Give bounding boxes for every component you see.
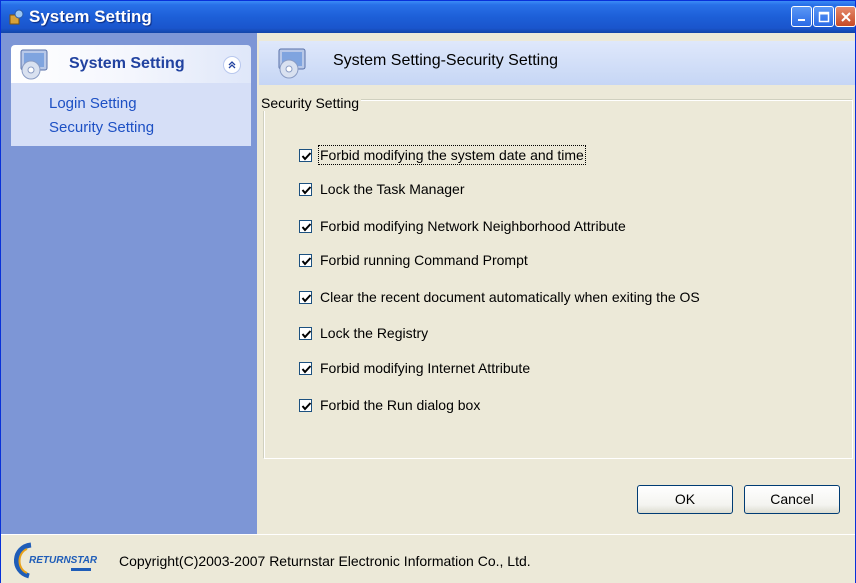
sidebar-group-title: System Setting: [69, 55, 185, 72]
sidebar-group-header[interactable]: System Setting: [11, 45, 251, 83]
checkbox[interactable]: [299, 253, 312, 267]
app-icon: [9, 9, 24, 25]
section-label: Security Setting: [259, 95, 362, 111]
option-clear-recent-documents[interactable]: Clear the recent document automatically …: [299, 287, 700, 307]
checkmark-icon: [301, 364, 312, 374]
content-area: Security Setting Forbid modifying the sy…: [259, 85, 855, 534]
option-label: Forbid modifying Internet Attribute: [320, 360, 531, 376]
ok-button[interactable]: OK: [637, 485, 733, 514]
checkmark-icon: [301, 293, 312, 303]
monitor-icon: [278, 48, 306, 79]
minimize-button[interactable]: [791, 6, 812, 27]
checkbox[interactable]: [299, 398, 312, 412]
sidebar-group-body: Login Setting Security Setting: [11, 83, 251, 146]
monitor-icon: [20, 49, 48, 80]
copyright-text: Copyright(C)2003-2007 Returnstar Electro…: [119, 553, 531, 569]
option-label: Forbid modifying the system date and tim…: [318, 145, 586, 165]
checkbox[interactable]: [299, 148, 312, 162]
close-button[interactable]: [835, 6, 856, 27]
cancel-button[interactable]: Cancel: [744, 485, 840, 514]
collapse-button[interactable]: [223, 56, 241, 74]
sidebar-item-login-setting[interactable]: Login Setting: [49, 95, 137, 112]
window-title: System Setting: [29, 7, 152, 26]
checkbox[interactable]: [299, 290, 312, 304]
option-forbid-date-time[interactable]: Forbid modifying the system date and tim…: [299, 145, 586, 165]
option-forbid-command-prompt[interactable]: Forbid running Command Prompt: [299, 250, 528, 270]
svg-text:RETURNSTAR: RETURNSTAR: [29, 555, 98, 566]
option-label: Forbid running Command Prompt: [320, 252, 528, 268]
checkmark-icon: [301, 222, 312, 232]
sidebar-item-security-setting[interactable]: Security Setting: [49, 119, 154, 136]
option-lock-task-manager[interactable]: Lock the Task Manager: [299, 179, 465, 199]
option-label: Lock the Registry: [320, 325, 429, 341]
page-title: System Setting-Security Setting: [333, 52, 558, 69]
option-label: Forbid modifying Network Neighborhood At…: [320, 218, 626, 234]
title-bar[interactable]: System Setting: [1, 1, 856, 33]
checkbox[interactable]: [299, 361, 312, 375]
option-lock-registry[interactable]: Lock the Registry: [299, 323, 428, 343]
sidebar: System Setting Login Setting Security Se…: [1, 33, 257, 534]
maximize-button[interactable]: [813, 6, 834, 27]
option-label: Clear the recent document automatically …: [320, 289, 700, 305]
checkmark-icon: [301, 185, 312, 195]
checkmark-icon: [301, 256, 312, 266]
returnstar-logo: RETURNSTAR: [14, 542, 98, 579]
option-label: Lock the Task Manager: [320, 181, 465, 197]
checkbox[interactable]: [299, 326, 312, 340]
checkmark-icon: [301, 329, 312, 339]
checkbox[interactable]: [299, 219, 312, 233]
main-window: System Setting System Setting Login Sett…: [0, 0, 856, 583]
option-forbid-internet-attribute[interactable]: Forbid modifying Internet Attribute: [299, 358, 530, 378]
option-label: Forbid the Run dialog box: [320, 397, 481, 413]
option-forbid-run-dialog[interactable]: Forbid the Run dialog box: [299, 395, 480, 415]
checkmark-icon: [301, 401, 312, 411]
content-header: System Setting-Security Setting: [259, 41, 855, 85]
option-forbid-network-neighborhood[interactable]: Forbid modifying Network Neighborhood At…: [299, 216, 626, 236]
footer: RETURNSTAR Copyright(C)2003-2007 Returns…: [1, 534, 855, 583]
chevron-up-icon: [228, 61, 236, 69]
checkmark-icon: [301, 151, 312, 161]
checkbox[interactable]: [299, 182, 312, 196]
